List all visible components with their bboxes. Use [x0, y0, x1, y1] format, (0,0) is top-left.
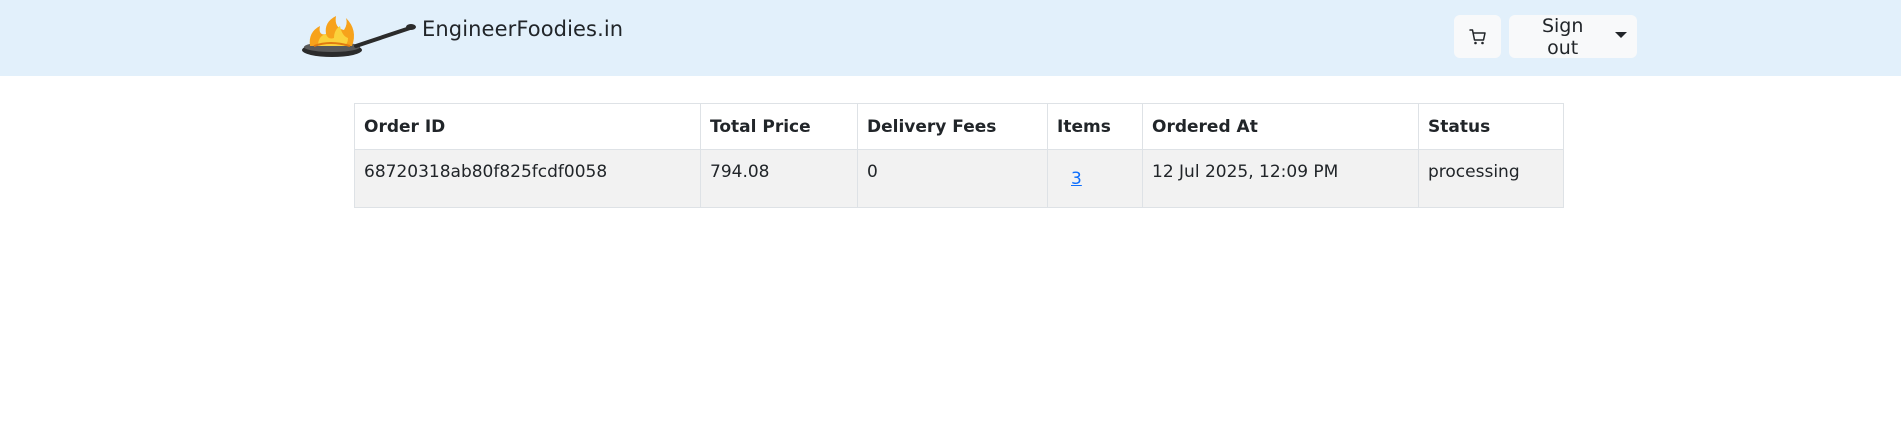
user-dropdown-toggle[interactable]	[1601, 15, 1637, 58]
items-cell: 3	[1047, 149, 1143, 208]
brand-link[interactable]: EngineerFoodies.in	[300, 14, 623, 60]
caret-down-icon	[1615, 32, 1628, 38]
column-header-items: Items	[1047, 103, 1143, 150]
navbar: EngineerFoodies.in Sign out	[0, 0, 1901, 76]
column-header-order-id: Order ID	[354, 103, 701, 150]
table-header-row: Order ID Total Price Delivery Fees Items…	[354, 103, 1564, 150]
orders-table: Order ID Total Price Delivery Fees Items…	[354, 103, 1564, 208]
user-menu-group: Sign out	[1509, 15, 1637, 59]
frying-pan-flame-icon	[302, 16, 416, 57]
column-header-delivery-fees: Delivery Fees	[857, 103, 1048, 150]
column-header-ordered-at: Ordered At	[1142, 103, 1419, 150]
brand-name: EngineerFoodies.in	[422, 17, 624, 41]
column-header-status: Status	[1418, 103, 1564, 150]
total-price-cell: 794.08	[700, 149, 858, 208]
cart-icon	[1468, 28, 1486, 44]
cart-button[interactable]	[1454, 15, 1501, 58]
status-cell: processing	[1418, 149, 1564, 208]
table-row: 68720318ab80f825fcdf0058 794.08 0 3 12 J…	[354, 149, 1564, 208]
sign-out-button[interactable]: Sign out	[1509, 15, 1601, 59]
order-id-cell: 68720318ab80f825fcdf0058	[354, 149, 701, 208]
delivery-fees-cell: 0	[857, 149, 1048, 208]
items-link[interactable]: 3	[1071, 169, 1082, 189]
ordered-at-cell: 12 Jul 2025, 12:09 PM	[1142, 149, 1419, 208]
column-header-total-price: Total Price	[700, 103, 858, 150]
